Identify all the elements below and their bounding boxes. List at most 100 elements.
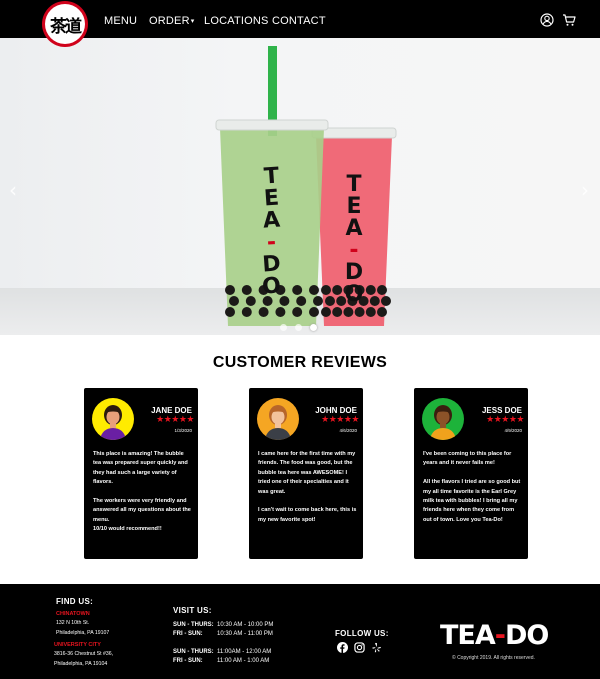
review-text: I came here for the first time with my f… [258,451,357,523]
carousel-next-arrow[interactable]: › [581,178,589,202]
tapioca-pearl [309,285,319,295]
location-address: 3816-36 Chestnut St #36, Philadelphia, P… [54,651,114,667]
reviewer-name: JESS DOE [481,406,522,415]
hours-days: FRI - SUN: [173,631,203,637]
hero-carousel: TEA-DO TEA-DO ‹ › [0,38,600,335]
tapioca-pearl [321,285,331,295]
tapioca-pearl [377,307,387,317]
user-account-icon[interactable] [540,13,554,27]
star-rating: ★★★★★ [321,415,359,425]
tapioca-pearl [225,285,235,295]
nav-locations-link[interactable]: LOCATIONS [204,15,269,27]
hours-row: SUN - THURS: 10:30 AM - 10:00 PM [173,622,273,628]
review-text: This place is amazing! The bubble tea wa… [93,451,191,533]
bubble-tea-image: TEA-DO TEA-DO [215,46,397,326]
review-date: 1/3/2020 [174,428,192,433]
carousel-prev-arrow[interactable]: ‹ [9,178,17,202]
nav-order-link[interactable]: ORDER▾ [149,15,194,27]
tapioca-pearl [292,307,303,317]
hours-row: FRI - SUN: 10:30 AM - 11:00 PM [173,631,273,637]
visit-us-heading: VISIT US: [173,606,212,615]
tapioca-pearl [332,285,343,295]
nav-menu-link[interactable]: MENU [104,15,137,27]
tapioca-pearl [275,307,286,317]
bubble-tea-cup: TEA-DO [215,119,329,326]
review-card: JESS DOE ★★★★★ 4/9/2020 I've been coming… [414,388,528,559]
tapioca-pearl [381,296,391,306]
tapioca-pearl [245,296,256,306]
carousel-dot[interactable] [295,324,302,331]
tapioca-pearl [325,296,335,306]
find-us-heading: FIND US: [56,597,94,606]
tapioca-pearl [229,296,239,306]
review-date: 4/6/2020 [339,428,357,433]
carousel-dot-active[interactable] [310,324,317,331]
svg-text:O: O [261,273,281,299]
tapioca-pearl [313,296,323,306]
tapioca-pearl [241,307,252,317]
location-name[interactable]: CHINATOWN [56,611,90,617]
reviewer-avatar [92,398,134,440]
tapioca-pearl [296,296,307,306]
tapioca-pearl [258,307,269,317]
tapioca-pearl [292,285,303,295]
review-card: JANE DOE ★★★★★ 1/3/2020 This place is am… [84,388,198,559]
nav-contact-link[interactable]: CONTACT [272,15,326,27]
tapioca-pearl [354,307,365,317]
person-avatar-icon [100,405,126,440]
star-rating: ★★★★★ [486,415,524,425]
hours-days: FRI - SUN: [173,658,203,664]
review-text: I've been coming to this place for years… [423,451,521,523]
star-rating: ★★★★★ [156,415,194,425]
tapioca-pearl [365,307,376,317]
social-links [337,642,382,653]
brand-part-2: DO [504,620,549,651]
carousel-dot[interactable] [280,324,287,331]
tapioca-pearl [377,285,387,295]
person-avatar-icon [430,405,456,440]
hours-row: SUN - THURS: 11:00AM - 12:00 AM [173,649,271,655]
reviews-heading: CUSTOMER REVIEWS [212,354,388,371]
hours-time: 10:30 AM - 10:00 PM [217,622,274,628]
tapioca-pearl [343,307,354,317]
hours-time: 11:00AM - 12:00 AM [217,649,272,655]
reviewer-name: JANE DOE [151,406,192,415]
carousel-indicators [280,324,317,331]
reviewer-avatar [422,398,464,440]
hours-row: FRI - SUN: 11:00 AM - 1:00 AM [173,658,269,664]
location-name[interactable]: UNIVERSITY CITY [54,642,101,648]
tapioca-pearl [369,296,380,306]
review-date: 4/9/2020 [504,428,522,433]
facebook-icon[interactable] [337,642,348,653]
tapioca-pearl [365,285,376,295]
tea-do-wordmark: TEA-DO [440,620,549,651]
brand-dash: - [494,620,506,651]
hours-days: SUN - THURS: [173,649,214,655]
copyright-text: © Copyright 2019. All rights reserved. [452,655,535,661]
svg-text:O: O [345,282,364,307]
yelp-icon[interactable] [371,642,382,653]
tapioca-pearl [309,307,319,317]
location-address: 132 N 10th St. Philadelphia, PA 19107 [56,620,110,636]
review-card: JOHN DOE ★★★★★ 4/6/2020 I came here for … [249,388,363,559]
hours-time: 10:30 AM - 11:00 PM [217,631,273,637]
follow-us-heading: FOLLOW US: [335,629,389,638]
hours-time: 11:00 AM - 1:00 AM [217,658,270,664]
tapioca-pearl [241,285,252,295]
chevron-down-icon: ▾ [190,18,195,25]
tapioca-pearl [321,307,331,317]
instagram-icon[interactable] [354,642,365,653]
reviewer-avatar [257,398,299,440]
top-navbar: 茶道 MENU ORDER▾ LOCATIONS CONTACT [0,0,600,47]
bubble-tea-cup: TEA-DO [311,127,397,326]
tapioca-pearl [225,307,235,317]
tapioca-pearl [332,307,343,317]
hours-days: SUN - THURS: [173,622,214,628]
logo-mark: 茶道 [45,4,85,44]
shopping-cart-icon[interactable] [562,13,576,27]
nav-order-label: ORDER [149,15,190,27]
brand-part-1: TEA [440,620,496,651]
person-avatar-icon [265,405,291,440]
reviewer-name: JOHN DOE [315,406,357,415]
tea-do-logo[interactable]: 茶道 [42,1,88,47]
